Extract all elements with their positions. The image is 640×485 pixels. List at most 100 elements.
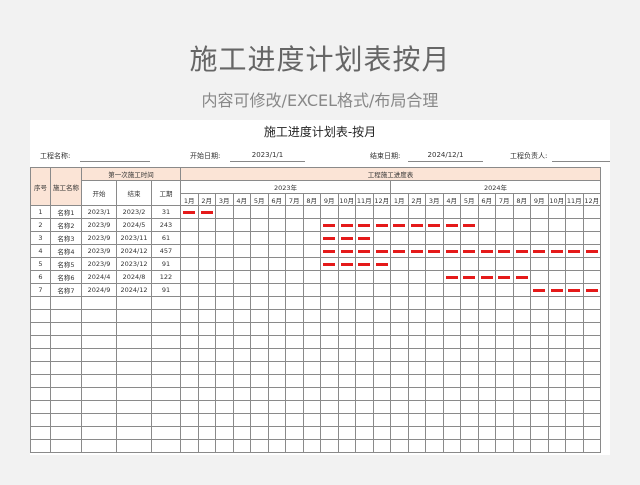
empty-cell[interactable] — [267, 400, 286, 414]
empty-cell[interactable] — [215, 322, 234, 336]
month-cell[interactable] — [250, 283, 269, 297]
seq-cell[interactable]: 4 — [30, 244, 51, 258]
header-month[interactable]: 2月 — [197, 193, 216, 206]
header-month[interactable]: 9月 — [320, 193, 339, 206]
empty-cell[interactable] — [180, 296, 199, 310]
empty-cell[interactable] — [530, 426, 549, 440]
start-date-field[interactable] — [230, 161, 305, 162]
header-month[interactable]: 12月 — [582, 193, 601, 206]
header-month[interactable]: 11月 — [355, 193, 374, 206]
empty-cell[interactable] — [477, 374, 496, 388]
empty-cell[interactable] — [180, 413, 199, 427]
month-cell[interactable] — [442, 283, 461, 297]
header-month[interactable]: 1月 — [390, 193, 409, 206]
empty-cell[interactable] — [337, 439, 356, 453]
empty-cell[interactable] — [30, 374, 51, 388]
empty-cell[interactable] — [530, 361, 549, 375]
empty-cell[interactable] — [582, 335, 601, 349]
empty-cell[interactable] — [50, 361, 82, 375]
month-cell[interactable] — [565, 231, 584, 245]
header-month[interactable]: 7月 — [285, 193, 304, 206]
header-seq[interactable]: 序号 — [30, 167, 51, 206]
month-cell[interactable] — [477, 270, 496, 284]
empty-cell[interactable] — [320, 361, 339, 375]
empty-cell[interactable] — [460, 426, 479, 440]
empty-cell[interactable] — [250, 374, 269, 388]
empty-cell[interactable] — [197, 335, 216, 349]
empty-cell[interactable] — [390, 400, 409, 414]
empty-cell[interactable] — [372, 361, 391, 375]
empty-cell[interactable] — [442, 296, 461, 310]
empty-cell[interactable] — [512, 348, 531, 362]
empty-cell[interactable] — [547, 426, 566, 440]
empty-cell[interactable] — [302, 439, 321, 453]
empty-cell[interactable] — [530, 296, 549, 310]
empty-cell[interactable] — [565, 374, 584, 388]
month-cell[interactable] — [512, 283, 531, 297]
empty-cell[interactable] — [197, 296, 216, 310]
month-cell[interactable] — [320, 231, 339, 245]
empty-cell[interactable] — [547, 387, 566, 401]
month-cell[interactable] — [355, 231, 374, 245]
start-cell[interactable]: 2023/1 — [81, 205, 117, 219]
month-cell[interactable] — [460, 244, 479, 258]
month-cell[interactable] — [390, 231, 409, 245]
empty-cell[interactable] — [582, 361, 601, 375]
month-cell[interactable] — [460, 218, 479, 232]
empty-cell[interactable] — [197, 348, 216, 362]
empty-cell[interactable] — [425, 335, 444, 349]
empty-cell[interactable] — [197, 361, 216, 375]
empty-cell[interactable] — [267, 361, 286, 375]
empty-cell[interactable] — [355, 335, 374, 349]
empty-cell[interactable] — [582, 439, 601, 453]
empty-cell[interactable] — [547, 400, 566, 414]
name-cell[interactable]: 名称5 — [50, 257, 82, 271]
empty-cell[interactable] — [50, 374, 82, 388]
empty-cell[interactable] — [495, 439, 514, 453]
empty-cell[interactable] — [390, 413, 409, 427]
month-cell[interactable] — [407, 257, 426, 271]
empty-cell[interactable] — [372, 296, 391, 310]
month-cell[interactable] — [215, 270, 234, 284]
header-month[interactable]: 10月 — [337, 193, 356, 206]
month-cell[interactable] — [232, 257, 251, 271]
month-cell[interactable] — [530, 231, 549, 245]
empty-cell[interactable] — [460, 387, 479, 401]
empty-cell[interactable] — [530, 309, 549, 323]
month-cell[interactable] — [372, 218, 391, 232]
header-start[interactable]: 开始 — [81, 180, 117, 206]
header-year-2024[interactable]: 2024年 — [390, 180, 601, 194]
empty-cell[interactable] — [81, 439, 117, 453]
month-cell[interactable] — [197, 283, 216, 297]
empty-cell[interactable] — [547, 296, 566, 310]
empty-cell[interactable] — [565, 361, 584, 375]
month-cell[interactable] — [285, 270, 304, 284]
month-cell[interactable] — [477, 244, 496, 258]
empty-cell[interactable] — [337, 374, 356, 388]
header-period[interactable]: 工期 — [151, 180, 181, 206]
empty-cell[interactable] — [565, 322, 584, 336]
empty-cell[interactable] — [512, 296, 531, 310]
empty-cell[interactable] — [582, 374, 601, 388]
empty-cell[interactable] — [565, 439, 584, 453]
empty-cell[interactable] — [285, 348, 304, 362]
empty-cell[interactable] — [320, 426, 339, 440]
empty-cell[interactable] — [565, 387, 584, 401]
empty-cell[interactable] — [390, 387, 409, 401]
empty-cell[interactable] — [151, 439, 181, 453]
month-cell[interactable] — [390, 218, 409, 232]
empty-cell[interactable] — [407, 322, 426, 336]
empty-cell[interactable] — [477, 400, 496, 414]
empty-cell[interactable] — [565, 296, 584, 310]
empty-cell[interactable] — [530, 374, 549, 388]
period-cell[interactable]: 61 — [151, 231, 181, 245]
month-cell[interactable] — [302, 257, 321, 271]
empty-cell[interactable] — [285, 439, 304, 453]
empty-cell[interactable] — [30, 413, 51, 427]
month-cell[interactable] — [180, 218, 199, 232]
empty-cell[interactable] — [477, 387, 496, 401]
empty-cell[interactable] — [530, 400, 549, 414]
empty-cell[interactable] — [151, 296, 181, 310]
empty-cell[interactable] — [232, 309, 251, 323]
month-cell[interactable] — [565, 244, 584, 258]
